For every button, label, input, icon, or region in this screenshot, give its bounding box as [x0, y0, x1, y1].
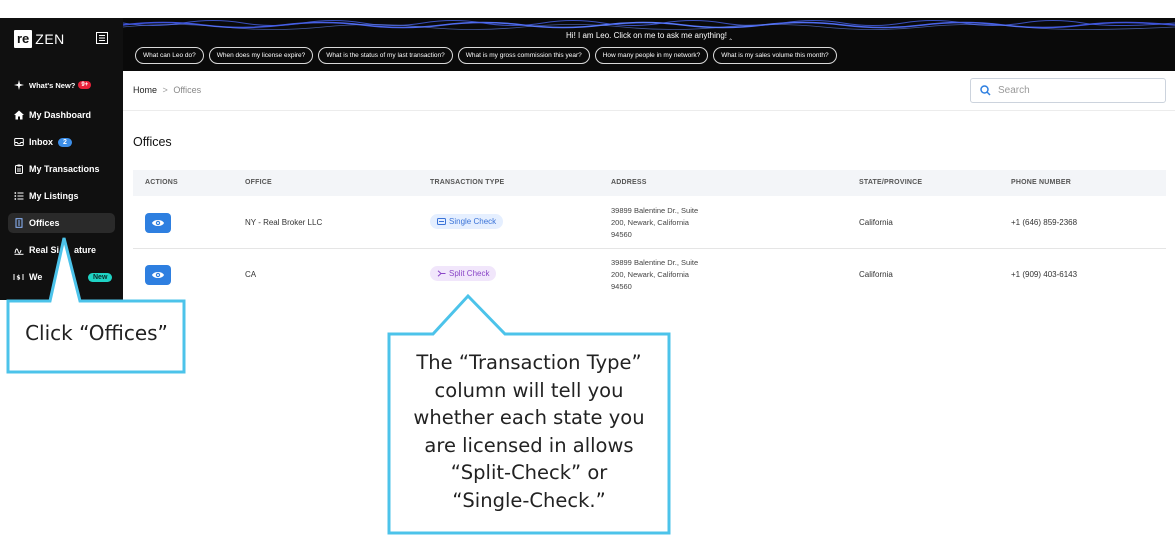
callout-line: are licensed in allows	[424, 433, 634, 457]
callout-line: The “Transaction Type”	[416, 351, 642, 374]
transaction-type-callout-text: The “Transaction Type” column will tell …	[391, 349, 667, 514]
callout-line: column will tell you	[434, 378, 624, 402]
callout-line: “Split-Check” or	[450, 461, 608, 484]
offices-callout-bubble	[6, 237, 186, 374]
offices-callout-text: Click “Offices”	[25, 321, 168, 345]
callout-line: whether each state you	[413, 406, 645, 429]
callout-line: “Single-Check.”	[452, 488, 606, 512]
